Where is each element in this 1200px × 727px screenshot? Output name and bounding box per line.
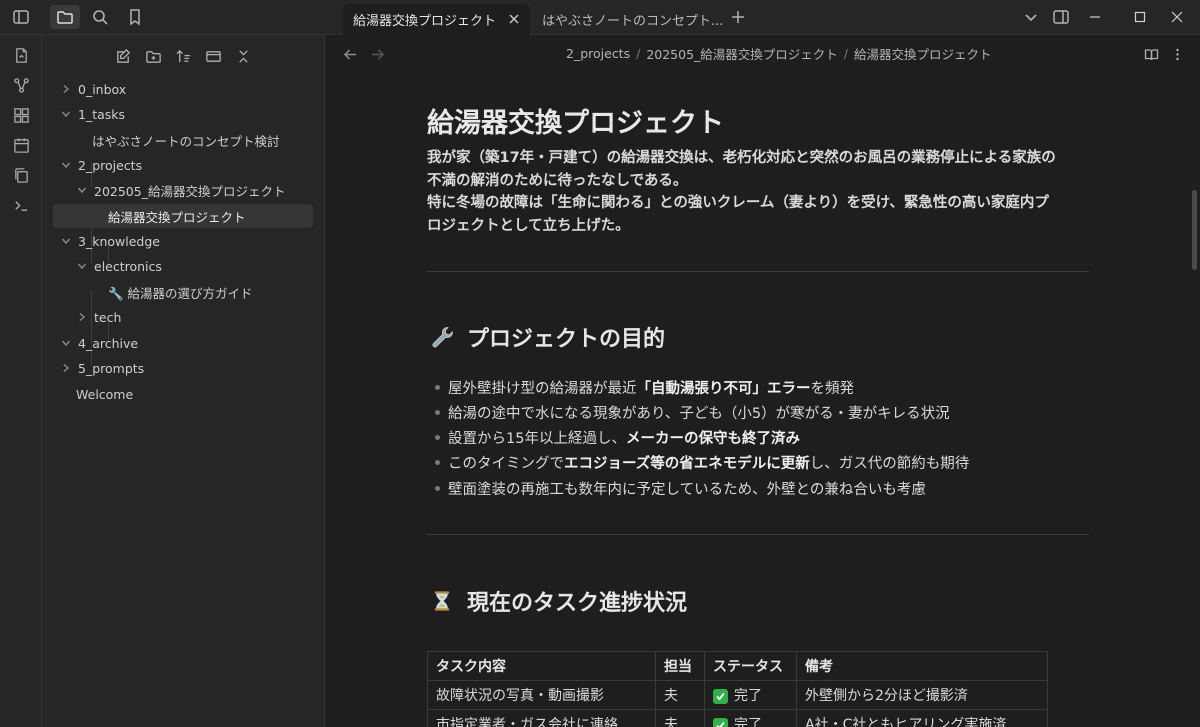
- table-cell: 外壁側から2分ほど撮影済: [796, 680, 1048, 710]
- table-cell: 市指定業者・ガス会社に連絡: [427, 709, 656, 727]
- scrollbar[interactable]: [1192, 190, 1197, 270]
- folder-tech[interactable]: tech: [76, 305, 121, 329]
- chevron-down-icon: [60, 337, 72, 349]
- table-cell: 完了: [704, 709, 797, 727]
- breadcrumb-item[interactable]: 202505_給湯器交換プロジェクト: [646, 44, 837, 63]
- grid-icon[interactable]: [9, 103, 33, 127]
- bookmark-icon[interactable]: [120, 5, 150, 29]
- chevron-down-icon: [60, 159, 72, 171]
- section-heading-progress: 現在のタスク進捗状況: [427, 585, 687, 617]
- minimize-button[interactable]: [1072, 0, 1118, 34]
- table-cell: 夫: [655, 680, 705, 710]
- file-open-icon[interactable]: [9, 43, 33, 67]
- list-item: このタイミングで エコジョーズ等の省エネモデルに更新 し、ガス代の節約も期待: [435, 452, 969, 473]
- close-icon[interactable]: [506, 11, 522, 27]
- table-cell: 故障状況の写真・動画撮影: [427, 680, 656, 710]
- graph-view-icon[interactable]: [9, 73, 33, 97]
- file-kyutoki-project[interactable]: 給湯器交換プロジェクト: [53, 204, 313, 228]
- list-item: 屋外壁掛け型の給湯器が最近 「自動湯張り不可」エラー を頻発: [435, 377, 854, 398]
- file-kyutoki-guide[interactable]: 🔧 給湯器の選び方ガイド: [108, 280, 253, 304]
- list-item: 壁面塗装の再施工も数年内に予定しているため、外壁との兼ね合いも考慮: [435, 478, 926, 499]
- copy-icon[interactable]: [9, 163, 33, 187]
- tab-label: 給湯器交換プロジェクト: [353, 14, 497, 29]
- table-cell: A社・C社ともヒアリング実施済: [796, 709, 1048, 727]
- table-row: 故障状況の写真・動画撮影 夫 完了 外壁側から2分ほど撮影済: [427, 680, 1048, 710]
- breadcrumb: 2_projects / 202505_給湯器交換プロジェクト / 給湯器交換プ…: [566, 44, 992, 63]
- close-window-button[interactable]: [1154, 0, 1200, 34]
- intro-line: 不満の解消のために待ったなしである。: [427, 173, 688, 189]
- table-row: 市指定業者・ガス会社に連絡 夫 完了 A社・C社ともヒアリング実施済: [427, 709, 1048, 727]
- new-tab-plus-icon[interactable]: [723, 5, 753, 29]
- tab-label: はやぶさノートのコンセプト...: [542, 14, 722, 29]
- sort-icon[interactable]: [171, 44, 195, 68]
- column-header: 備考: [796, 651, 1048, 681]
- task-progress-table: タスク内容 担当 ステータス 備考 故障状況の写真・動画撮影 夫 完了 外壁側か…: [427, 651, 1048, 727]
- intro-line: 特に冬場の故障は「生命に関わる」との強いクレーム（妻より）を受け、緊急性の高い家…: [427, 195, 1049, 211]
- divider: [427, 271, 1089, 272]
- chevron-right-icon: [60, 362, 72, 374]
- table-cell: 完了: [704, 680, 797, 710]
- column-header: ステータス: [704, 651, 797, 681]
- more-options-icon[interactable]: [1166, 43, 1188, 65]
- chevron-down-icon[interactable]: [1016, 5, 1046, 29]
- wrench-icon: [427, 322, 457, 352]
- chevron-down-icon: [76, 260, 88, 272]
- file-explorer: 0_inbox 1_tasks はやぶさノートのコンセプト検討 2_projec…: [42, 35, 325, 727]
- column-header: タスク内容: [427, 651, 656, 681]
- collapse-all-icon[interactable]: [231, 44, 255, 68]
- chevron-down-icon: [60, 108, 72, 120]
- page-title: 給湯器交換プロジェクト: [427, 108, 724, 139]
- folder-2-projects[interactable]: 2_projects: [60, 153, 142, 177]
- list-item: 給湯の途中で水になる現象があり、子ども（小5）が寒がる・妻がキレる状況: [435, 402, 950, 423]
- check-icon: [713, 718, 728, 727]
- folder-0-inbox[interactable]: 0_inbox: [60, 77, 126, 101]
- calendar-icon[interactable]: [9, 133, 33, 157]
- column-header: 担当: [655, 651, 705, 681]
- toggle-sidebar-icon[interactable]: [6, 5, 36, 29]
- chevron-right-icon: [60, 83, 72, 95]
- back-arrow-icon[interactable]: [339, 43, 361, 65]
- chevron-down-icon: [76, 184, 88, 196]
- section-heading-purpose: プロジェクトの目的: [427, 321, 665, 353]
- list-item: 設置から15年以上経過し、 メーカーの保守も終了済み: [435, 427, 800, 448]
- reading-view-icon[interactable]: [1140, 43, 1162, 65]
- auto-reveal-icon[interactable]: [201, 44, 225, 68]
- table-cell: 夫: [655, 709, 705, 727]
- intro-line: ロジェクトとして立ち上げた。: [427, 218, 630, 234]
- file-welcome[interactable]: Welcome: [76, 382, 133, 406]
- divider: [427, 534, 1089, 535]
- editor-pane: 2_projects / 202505_給湯器交換プロジェクト / 給湯器交換プ…: [326, 35, 1200, 727]
- folder-1-tasks[interactable]: 1_tasks: [60, 102, 125, 126]
- folder-202505-project[interactable]: 202505_給湯器交換プロジェクト: [76, 178, 285, 202]
- title-bar: 給湯器交換プロジェクト はやぶさノートのコンセプト...: [0, 0, 1200, 35]
- folder-icon[interactable]: [50, 5, 80, 29]
- search-icon[interactable]: [85, 5, 115, 29]
- tab-hayabusa-concept[interactable]: はやぶさノートのコンセプト...: [532, 4, 722, 35]
- chevron-down-icon: [60, 235, 72, 247]
- folder-3-knowledge[interactable]: 3_knowledge: [60, 229, 160, 253]
- new-note-icon[interactable]: [111, 44, 135, 68]
- table-header-row: タスク内容 担当 ステータス 備考: [427, 651, 1048, 681]
- tab-kyutoki-project[interactable]: 給湯器交換プロジェクト: [343, 4, 530, 35]
- terminal-icon[interactable]: [9, 193, 33, 217]
- new-folder-icon[interactable]: [141, 44, 165, 68]
- folder-4-archive[interactable]: 4_archive: [60, 331, 138, 355]
- breadcrumb-item[interactable]: 2_projects: [566, 46, 630, 61]
- intro-line: 我が家（築17年・戸建て）の給湯器交換は、老朽化対応と突然のお風呂の業務停止によ…: [427, 150, 1056, 166]
- ribbon: [0, 35, 42, 727]
- folder-5-prompts[interactable]: 5_prompts: [60, 356, 144, 380]
- chevron-right-icon: [76, 311, 88, 323]
- file-hayabusa-concept[interactable]: はやぶさノートのコンセプト検討: [92, 128, 280, 152]
- check-icon: [713, 689, 728, 704]
- folder-electronics[interactable]: electronics: [76, 254, 162, 278]
- forward-arrow-icon[interactable]: [366, 43, 388, 65]
- breadcrumb-item[interactable]: 給湯器交換プロジェクト: [854, 44, 992, 63]
- hourglass-icon: [427, 586, 457, 616]
